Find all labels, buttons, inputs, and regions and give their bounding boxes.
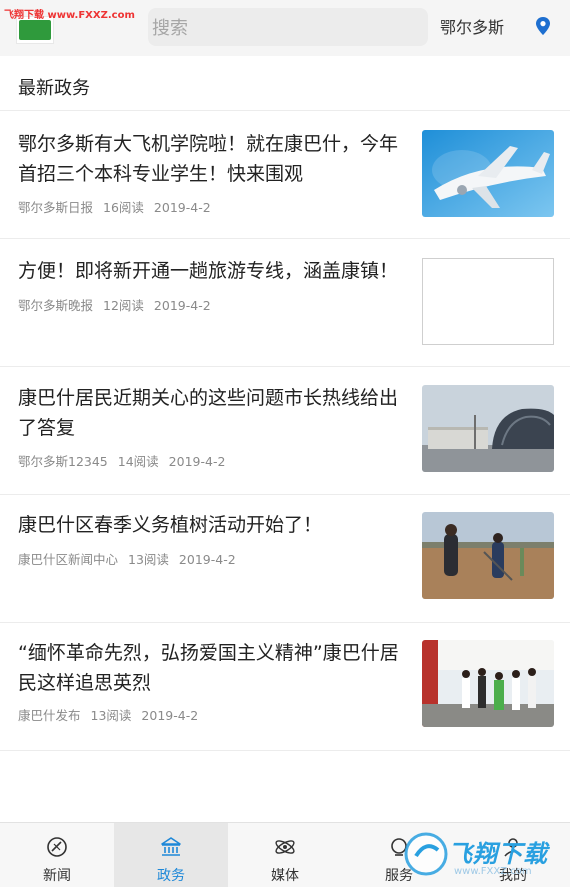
- media-icon: [275, 840, 295, 854]
- news-item[interactable]: “缅怀革命先烈，弘扬爱国主义精神”康巴什居民这样追思英烈 康巴什发布 13阅读 20…: [0, 623, 570, 751]
- news-thumbnail-tree-planting[interactable]: [422, 512, 554, 599]
- news-date: 2019-4-2: [168, 454, 226, 469]
- news-title[interactable]: 鄂尔多斯有大飞机学院啦！就在康巴什，今年首招三个本科专业学生！快来围观: [18, 129, 410, 189]
- tab-label: 政务: [157, 868, 185, 884]
- news-item[interactable]: 康巴什居民近期关心的这些问题市长热线给出了答复 鄂尔多斯12345 14阅读 201…: [0, 367, 570, 495]
- watermark-bottom: 飞翔下载 www.FXXZ.com: [402, 828, 570, 884]
- search-input[interactable]: 搜索: [148, 8, 428, 46]
- news-reads: 14阅读: [117, 454, 159, 469]
- news-reads: 16阅读: [103, 200, 144, 215]
- news-meta: 鄂尔多斯12345 14阅读 2019-4-2: [18, 451, 235, 470]
- news-source: 康巴什区新闻中心: [18, 552, 119, 567]
- tab-media[interactable]: 媒体: [228, 823, 342, 887]
- news-date: 2019-4-2: [153, 298, 211, 313]
- news-meta: 鄂尔多斯日报 16阅读 2019-4-2: [18, 197, 221, 216]
- government-icon: [161, 837, 181, 856]
- watermark-logo-icon: [404, 832, 448, 876]
- tab-news[interactable]: 新闻: [0, 823, 114, 887]
- city-selector[interactable]: 鄂尔多斯: [440, 14, 504, 38]
- news-icon: [47, 837, 67, 857]
- search-placeholder: 搜索: [152, 18, 188, 39]
- news-item[interactable]: 鄂尔多斯有大飞机学院啦！就在康巴什，今年首招三个本科专业学生！快来围观 鄂尔多斯…: [0, 111, 570, 239]
- news-item[interactable]: 方便！即将新开通一趟旅游专线，涵盖康镇！ 鄂尔多斯晚报 12阅读 2019-4-2: [0, 239, 570, 367]
- watermark-text: 飞翔下载: [448, 840, 548, 868]
- news-meta: 鄂尔多斯晚报 12阅读 2019-4-2: [18, 295, 221, 314]
- location-pin-icon[interactable]: [534, 16, 552, 36]
- news-meta: 康巴什发布 13阅读 2019-4-2: [18, 705, 208, 724]
- news-reads: 13阅读: [128, 552, 169, 567]
- news-reads: 12阅读: [103, 298, 144, 313]
- tab-government[interactable]: 政务: [114, 823, 228, 887]
- news-date: 2019-4-2: [178, 552, 236, 567]
- watermark-top: 飞翔下载 www.FXXZ.com: [4, 10, 135, 21]
- tab-label: 新闻: [43, 868, 71, 884]
- tab-label: 媒体: [271, 868, 299, 884]
- news-thumbnail-airplane[interactable]: [422, 130, 554, 217]
- news-meta: 康巴什区新闻中心 13阅读 2019-4-2: [18, 549, 246, 568]
- news-thumbnail-empty[interactable]: [422, 258, 554, 345]
- logo-mark: [19, 20, 51, 40]
- news-item[interactable]: 康巴什区春季义务植树活动开始了！ 康巴什区新闻中心 13阅读 2019-4-2: [0, 495, 570, 623]
- news-title[interactable]: 方便！即将新开通一趟旅游专线，涵盖康镇！: [18, 256, 410, 286]
- news-source: 鄂尔多斯日报: [18, 200, 94, 215]
- news-title[interactable]: “缅怀革命先烈，弘扬爱国主义精神”康巴什居民这样追思英烈: [18, 638, 410, 698]
- news-source: 鄂尔多斯晚报: [18, 298, 94, 313]
- news-source: 鄂尔多斯12345: [18, 454, 108, 469]
- news-source: 康巴什发布: [18, 708, 81, 723]
- section-title: 最新政务: [18, 78, 90, 99]
- news-title[interactable]: 康巴什居民近期关心的这些问题市长热线给出了答复: [18, 383, 410, 443]
- news-date: 2019-4-2: [141, 708, 199, 723]
- news-reads: 13阅读: [90, 708, 132, 723]
- news-thumbnail-building[interactable]: [422, 385, 554, 472]
- news-title[interactable]: 康巴什区春季义务植树活动开始了！: [18, 510, 410, 540]
- news-date: 2019-4-2: [153, 200, 211, 215]
- news-thumbnail-ceremony[interactable]: [422, 640, 554, 727]
- watermark-url: www.FXXZ.com: [454, 866, 532, 877]
